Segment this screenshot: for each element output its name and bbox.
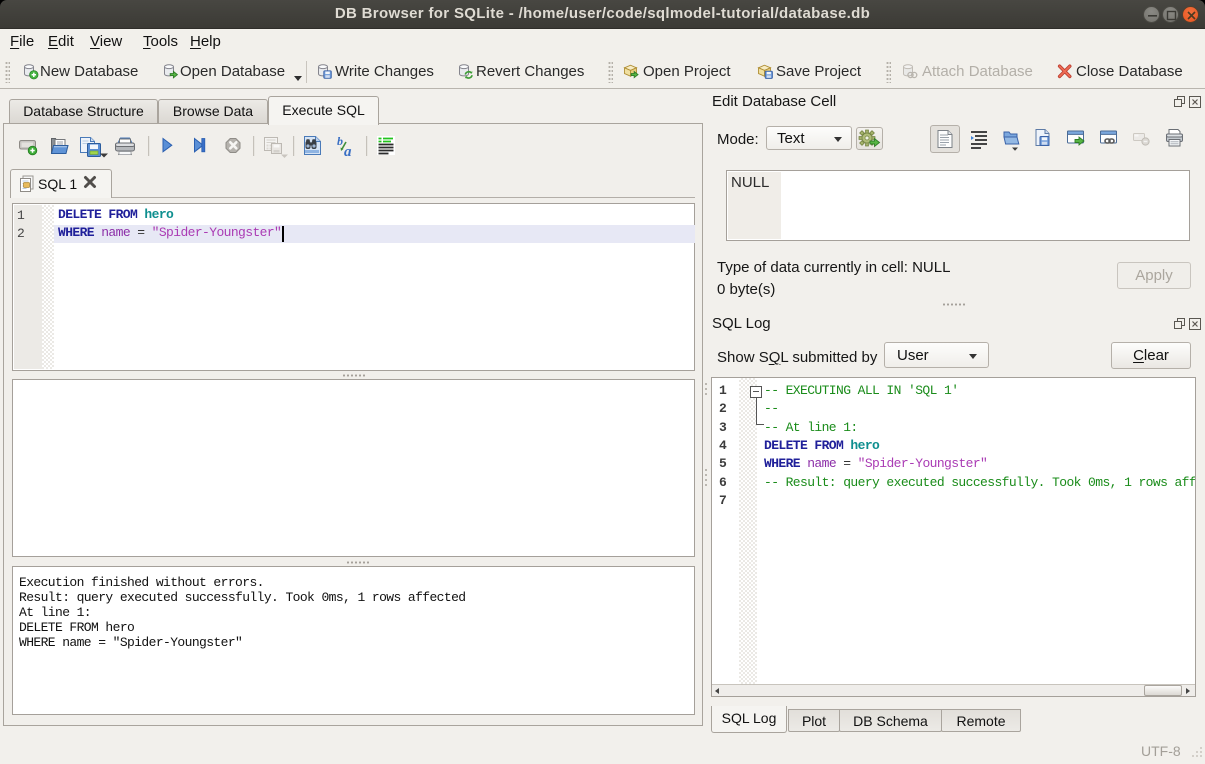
svg-text:a: a bbox=[344, 144, 352, 160]
svg-text:b: b bbox=[337, 134, 343, 148]
